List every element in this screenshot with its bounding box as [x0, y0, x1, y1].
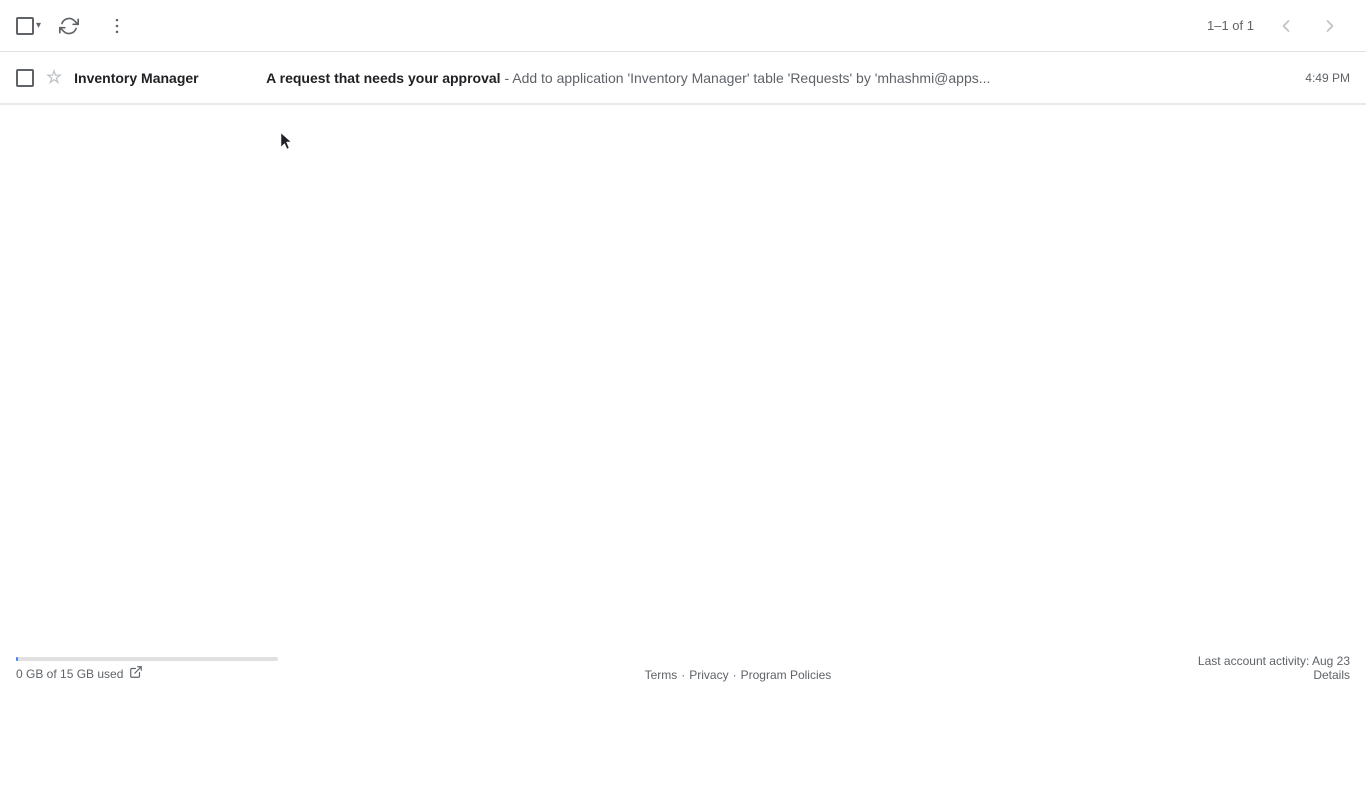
pagination-label: 1–1 of 1 [1207, 18, 1254, 33]
toolbar: ▾ 1–1 of 1 [0, 0, 1366, 52]
refresh-icon [59, 16, 79, 36]
refresh-button[interactable] [49, 6, 89, 46]
last-activity: Last account activity: Aug 23 Details [1198, 654, 1350, 682]
star-icon[interactable]: ☆ [46, 67, 62, 88]
select-all-checkbox[interactable] [16, 17, 34, 35]
storage-text: 0 GB of 15 GB used [16, 665, 278, 682]
email-preview: - Add to application 'Inventory Manager'… [501, 70, 991, 86]
storage-label: 0 GB of 15 GB used [16, 667, 123, 681]
privacy-link[interactable]: Privacy [689, 668, 728, 682]
next-page-button[interactable] [1310, 6, 1350, 46]
email-subject-preview: A request that needs your approval - Add… [266, 70, 1285, 86]
storage-bar-container [16, 657, 278, 661]
terms-link[interactable]: Terms [645, 668, 678, 682]
chevron-down-icon: ▾ [36, 20, 41, 31]
storage-section: 0 GB of 15 GB used [16, 657, 278, 682]
email-sender: Inventory Manager [74, 70, 254, 86]
select-all-dropdown[interactable]: ▾ [16, 17, 41, 35]
program-policies-link[interactable]: Program Policies [741, 668, 832, 682]
external-link-icon[interactable] [129, 665, 143, 682]
more-options-button[interactable] [97, 6, 137, 46]
email-row[interactable]: ☆ Inventory Manager A request that needs… [0, 52, 1366, 104]
footer-links: Terms · Privacy · Program Policies [645, 668, 832, 682]
toolbar-right: 1–1 of 1 [1207, 6, 1350, 46]
prev-page-button[interactable] [1266, 6, 1306, 46]
email-list: ☆ Inventory Manager A request that needs… [0, 52, 1366, 105]
empty-space [0, 105, 1366, 565]
toolbar-left: ▾ [16, 6, 137, 46]
storage-bar-fill [16, 657, 18, 661]
email-checkbox[interactable] [16, 69, 34, 87]
last-activity-text: Last account activity: Aug 23 [1198, 654, 1350, 668]
email-time: 4:49 PM [1305, 71, 1350, 85]
separator-2: · [733, 668, 737, 682]
email-subject: A request that needs your approval [266, 70, 500, 86]
details-link[interactable]: Details [1198, 668, 1350, 682]
chevron-right-icon [1320, 16, 1340, 36]
more-vert-icon [107, 16, 127, 36]
separator-1: · [681, 668, 685, 682]
chevron-left-icon [1276, 16, 1296, 36]
footer: 0 GB of 15 GB used Terms · Privacy · Pro… [0, 654, 1366, 690]
